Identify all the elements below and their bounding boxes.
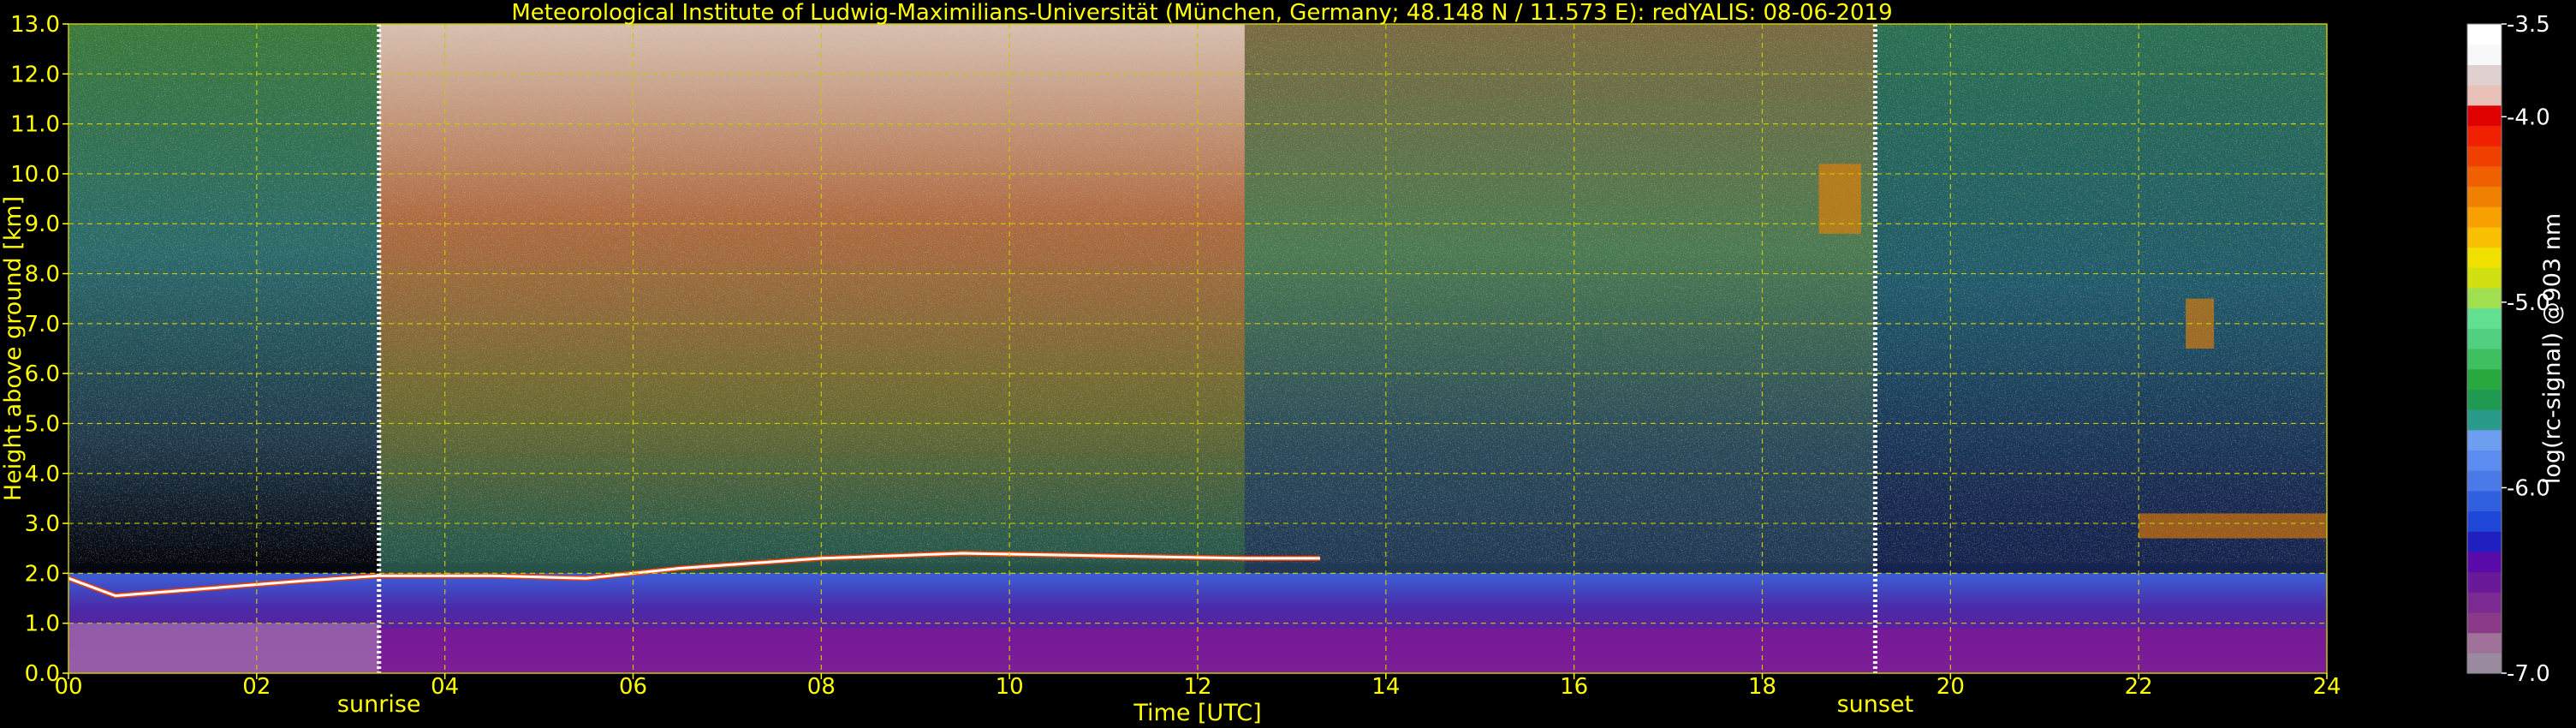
colorbar-swatch [2467,551,2502,573]
colorbar-swatch [2467,612,2502,634]
colorbar-swatch [2467,409,2502,431]
colorbar-swatch [2467,389,2502,410]
y-tick-label: 9.0 [25,212,60,237]
colorbar-swatch [2467,287,2502,309]
y-tick-label: 5.0 [25,411,60,437]
colorbar-swatch [2467,104,2502,127]
y-tick-label: 13.0 [10,12,60,38]
colorbar-swatch [2467,450,2502,471]
y-tick-label: 7.0 [25,312,60,337]
colorbar-label: log(rc-signal) @903 nm [2539,213,2566,484]
x-tick-label: 14 [1371,674,1400,700]
early-surface-layer [68,623,379,673]
colorbar [2466,23,2502,674]
colorbar-tick-label: -7.0 [2507,661,2550,687]
lidar-figure: 00 02 04 06 08 10 12 14 16 18 20 22 24 0.0 1.0 2.0 3.0 4… [0,0,2576,728]
y-axis-label: Height above ground [km] [0,196,27,501]
colorbar-swatch [2467,368,2502,390]
colorbar-swatch [2467,571,2502,593]
y-tick-label: 6.0 [25,361,60,387]
colorbar-swatch [2467,165,2502,188]
y-tick-label: 4.0 [25,462,60,487]
colorbar-swatch [2467,24,2502,45]
y-tick-label: 8.0 [25,262,60,288]
colorbar-swatch [2467,85,2502,106]
colorbar-swatch [2467,267,2502,289]
y-tick-label: 10.0 [10,162,60,188]
colorbar-swatch [2467,349,2502,370]
x-tick-label: 22 [2125,674,2153,700]
signal-speckle [68,24,2327,564]
colorbar-swatch [2467,531,2502,552]
colorbar-swatch [2467,490,2502,512]
cloud-feature [2139,513,2327,539]
y-tick-label: 1.0 [25,612,60,637]
y-tick-label: 0.0 [25,661,60,687]
colorbar-swatch [2467,64,2502,86]
x-tick-label: 06 [619,674,647,700]
colorbar-swatch [2467,125,2502,146]
colorbar-swatch [2467,429,2502,451]
sunset-label: sunset [1837,691,1914,718]
colorbar-swatch [2467,470,2502,492]
colorbar-swatch [2467,146,2502,167]
y-tick-label: 11.0 [10,112,60,138]
colorbar-tick-label: -4.0 [2507,104,2550,130]
colorbar-swatch [2467,592,2502,613]
x-tick-label: 12 [1183,674,1211,700]
colorbar-swatch [2467,307,2502,329]
colorbar-swatch [2467,510,2502,532]
sunrise-label: sunrise [337,691,421,718]
y-tick-label: 2.0 [25,561,60,587]
x-tick-label: 18 [1748,674,1776,700]
x-tick-label: 24 [2312,674,2341,700]
colorbar-swatch [2467,44,2502,65]
colorbar-swatch [2467,247,2502,268]
colorbar-swatch [2467,226,2502,248]
x-tick-label: 20 [1936,674,1965,700]
x-tick-label: 10 [996,674,1024,700]
x-tick-label: 02 [242,674,271,700]
colorbar-swatch [2467,328,2502,349]
y-tick-label: 12.0 [10,62,60,87]
x-tick-label: 04 [431,674,459,700]
colorbar-swatch [2467,632,2502,653]
chart-title: Meteorological Institute of Ludwig-Maxim… [511,0,1892,26]
colorbar-tick-label: -3.5 [2507,12,2550,38]
colorbar-swatch [2467,186,2502,207]
x-axis-label: Time [UTC] [1133,700,1261,726]
x-tick-label: 16 [1560,674,1588,700]
colorbar-swatch [2467,653,2502,674]
y-tick-label: 3.0 [25,511,60,537]
x-tick-label: 08 [807,674,836,700]
colorbar-swatch [2467,206,2502,228]
annotations: sunrise sunset [337,691,1913,718]
lidar-chart-svg: 00 02 04 06 08 10 12 14 16 18 20 22 24 0.01.02.03.04… [0,0,2566,726]
